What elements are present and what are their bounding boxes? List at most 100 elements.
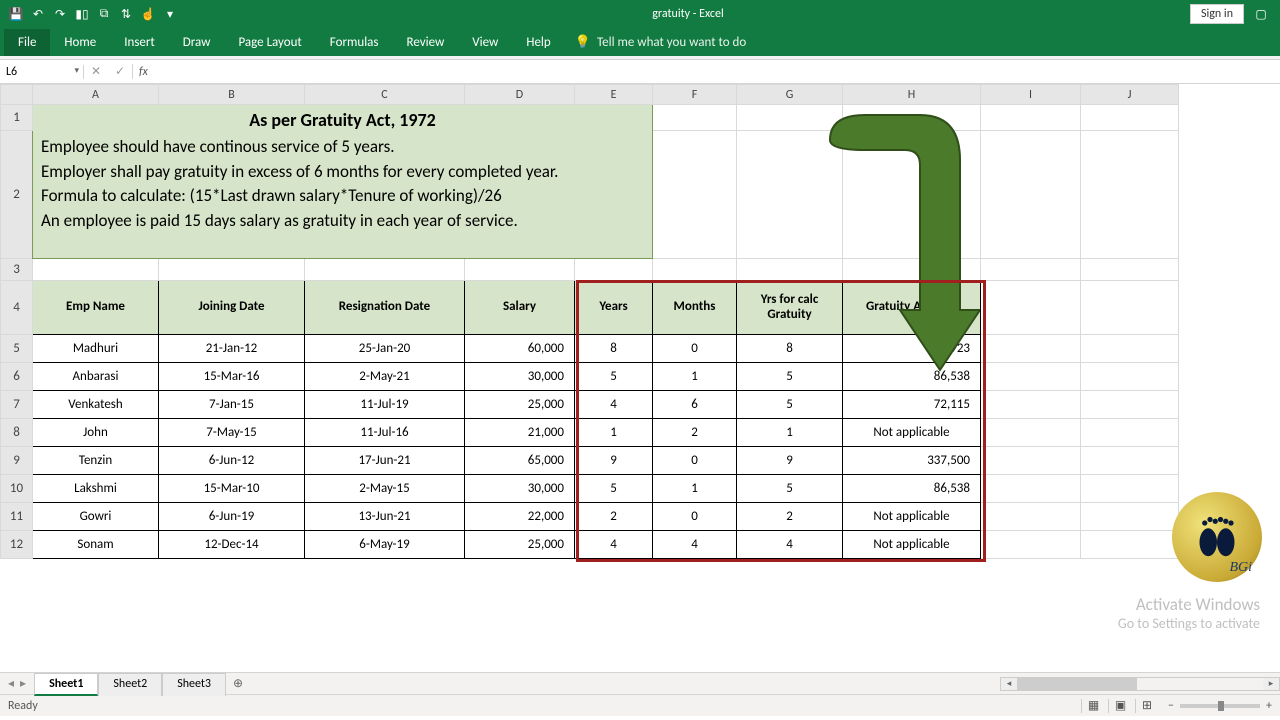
tab-insert[interactable]: Insert — [110, 29, 169, 56]
zoom-in-icon[interactable]: + — [1266, 699, 1272, 713]
cell-joining-date[interactable]: 6-Jun-19 — [159, 503, 305, 531]
cell-resignation-date[interactable]: 25-Jan-20 — [305, 335, 465, 363]
tab-review[interactable]: Review — [393, 29, 459, 56]
cell-emp-name[interactable]: John — [33, 419, 159, 447]
cell-months[interactable]: 1 — [653, 363, 737, 391]
cell-months[interactable]: 0 — [653, 335, 737, 363]
cell-salary[interactable]: 21,000 — [465, 419, 575, 447]
cancel-icon[interactable]: ✕ — [84, 64, 108, 79]
cell-years[interactable]: 4 — [575, 531, 653, 559]
fx-icon[interactable]: fx — [133, 65, 154, 79]
cell-months[interactable]: 1 — [653, 475, 737, 503]
row-header-8[interactable]: 8 — [1, 419, 33, 447]
cell-joining-date[interactable]: 15-Mar-10 — [159, 475, 305, 503]
cell-joining-date[interactable]: 7-May-15 — [159, 419, 305, 447]
cell-emp-name[interactable]: Gowri — [33, 503, 159, 531]
tell-me[interactable]: 💡 Tell me what you want to do — [565, 29, 757, 56]
sort-icon[interactable]: ⇅ — [116, 4, 136, 24]
cell-gratuity-amount[interactable]: Not applicable — [843, 531, 981, 559]
row-header-9[interactable]: 9 — [1, 447, 33, 475]
row-header-3[interactable]: 3 — [1, 259, 33, 281]
col-header-B[interactable]: B — [159, 85, 305, 105]
name-box[interactable]: L6 — [0, 65, 84, 79]
sheet-tab-sheet1[interactable]: Sheet1 — [34, 673, 98, 696]
sign-in-button[interactable]: Sign in — [1190, 4, 1244, 24]
cell-calc-years[interactable]: 4 — [737, 531, 843, 559]
col-header-J[interactable]: J — [1081, 85, 1179, 105]
cell-joining-date[interactable]: 6-Jun-12 — [159, 447, 305, 475]
row-header-2[interactable]: 2 — [1, 131, 33, 259]
row-header-4[interactable]: 4 — [1, 281, 33, 335]
sheet-nav-first-icon[interactable]: ◂ — [6, 676, 16, 691]
cell-gratuity-amount[interactable]: Not applicable — [843, 419, 981, 447]
cell-gratuity-amount[interactable]: 72,115 — [843, 391, 981, 419]
cell-salary[interactable]: 22,000 — [465, 503, 575, 531]
ribbon-options-icon[interactable]: ▢ — [1250, 7, 1272, 22]
cell-salary[interactable]: 60,000 — [465, 335, 575, 363]
row-header-5[interactable]: 5 — [1, 335, 33, 363]
cell-resignation-date[interactable]: 13-Jun-21 — [305, 503, 465, 531]
view-page-break-icon[interactable]: ⊞ — [1135, 699, 1158, 713]
cell-gratuity-amount[interactable]: 86,538 — [843, 475, 981, 503]
row-header-7[interactable]: 7 — [1, 391, 33, 419]
cell-gratuity-amount[interactable]: Not applicable — [843, 503, 981, 531]
cell-years[interactable]: 2 — [575, 503, 653, 531]
cell-resignation-date[interactable]: 17-Jun-21 — [305, 447, 465, 475]
sheet-nav-last-icon[interactable]: ▸ — [18, 676, 28, 691]
cell-months[interactable]: 0 — [653, 447, 737, 475]
cell-months[interactable]: 6 — [653, 391, 737, 419]
cell-years[interactable]: 5 — [575, 475, 653, 503]
cell-months[interactable]: 4 — [653, 531, 737, 559]
col-header-I[interactable]: I — [981, 85, 1081, 105]
cell-salary[interactable]: 25,000 — [465, 531, 575, 559]
cell-resignation-date[interactable]: 6-May-19 — [305, 531, 465, 559]
more-icon[interactable]: ▾ — [160, 4, 180, 24]
cell-joining-date[interactable]: 12-Dec-14 — [159, 531, 305, 559]
sheet-tab-sheet3[interactable]: Sheet3 — [162, 673, 226, 696]
tab-file[interactable]: File — [4, 29, 50, 56]
zoom-out-icon[interactable]: − — [1168, 699, 1174, 713]
cell-joining-date[interactable]: 21-Jan-12 — [159, 335, 305, 363]
cell-years[interactable]: 5 — [575, 363, 653, 391]
cell-joining-date[interactable]: 7-Jan-15 — [159, 391, 305, 419]
cell-salary[interactable]: 25,000 — [465, 391, 575, 419]
cell-emp-name[interactable]: Lakshmi — [33, 475, 159, 503]
enter-icon[interactable]: ✓ — [108, 64, 132, 79]
view-normal-icon[interactable]: ▦ — [1081, 699, 1105, 713]
cell-years[interactable]: 9 — [575, 447, 653, 475]
row-header-1[interactable]: 1 — [1, 105, 33, 131]
cell-years[interactable]: 4 — [575, 391, 653, 419]
tab-draw[interactable]: Draw — [169, 29, 225, 56]
touch-icon[interactable]: ☝ — [138, 4, 158, 24]
cell-salary[interactable]: 65,000 — [465, 447, 575, 475]
col-header-C[interactable]: C — [305, 85, 465, 105]
cell-months[interactable]: 2 — [653, 419, 737, 447]
chart-icon[interactable]: ▮▯ — [72, 4, 92, 24]
cell-resignation-date[interactable]: 11-Jul-16 — [305, 419, 465, 447]
row-header-12[interactable]: 12 — [1, 531, 33, 559]
cell-calc-years[interactable]: 1 — [737, 419, 843, 447]
sheet-tab-sheet2[interactable]: Sheet2 — [98, 673, 162, 696]
spreadsheet-grid[interactable]: ABCDEFGHIJ1 As per Gratuity Act, 1972 Em… — [0, 84, 1280, 672]
cell-emp-name[interactable]: Sonam — [33, 531, 159, 559]
col-header-F[interactable]: F — [653, 85, 737, 105]
cell-calc-years[interactable]: 5 — [737, 391, 843, 419]
row-header-10[interactable]: 10 — [1, 475, 33, 503]
cell-emp-name[interactable]: Madhuri — [33, 335, 159, 363]
cell-emp-name[interactable]: Venkatesh — [33, 391, 159, 419]
redo-icon[interactable]: ↷ — [50, 4, 70, 24]
cell-salary[interactable]: 30,000 — [465, 475, 575, 503]
view-page-layout-icon[interactable]: ▣ — [1108, 699, 1132, 713]
col-header-H[interactable]: H — [843, 85, 981, 105]
col-header-D[interactable]: D — [465, 85, 575, 105]
horizontal-scrollbar[interactable]: ◂▸ — [1000, 677, 1280, 691]
cell-calc-years[interactable]: 5 — [737, 475, 843, 503]
cell-salary[interactable]: 30,000 — [465, 363, 575, 391]
col-header-G[interactable]: G — [737, 85, 843, 105]
row-header-11[interactable]: 11 — [1, 503, 33, 531]
cell-months[interactable]: 0 — [653, 503, 737, 531]
undo-icon[interactable]: ↶ — [28, 4, 48, 24]
cell-calc-years[interactable]: 9 — [737, 447, 843, 475]
cell-emp-name[interactable]: Tenzin — [33, 447, 159, 475]
save-icon[interactable]: 💾 — [6, 4, 26, 24]
